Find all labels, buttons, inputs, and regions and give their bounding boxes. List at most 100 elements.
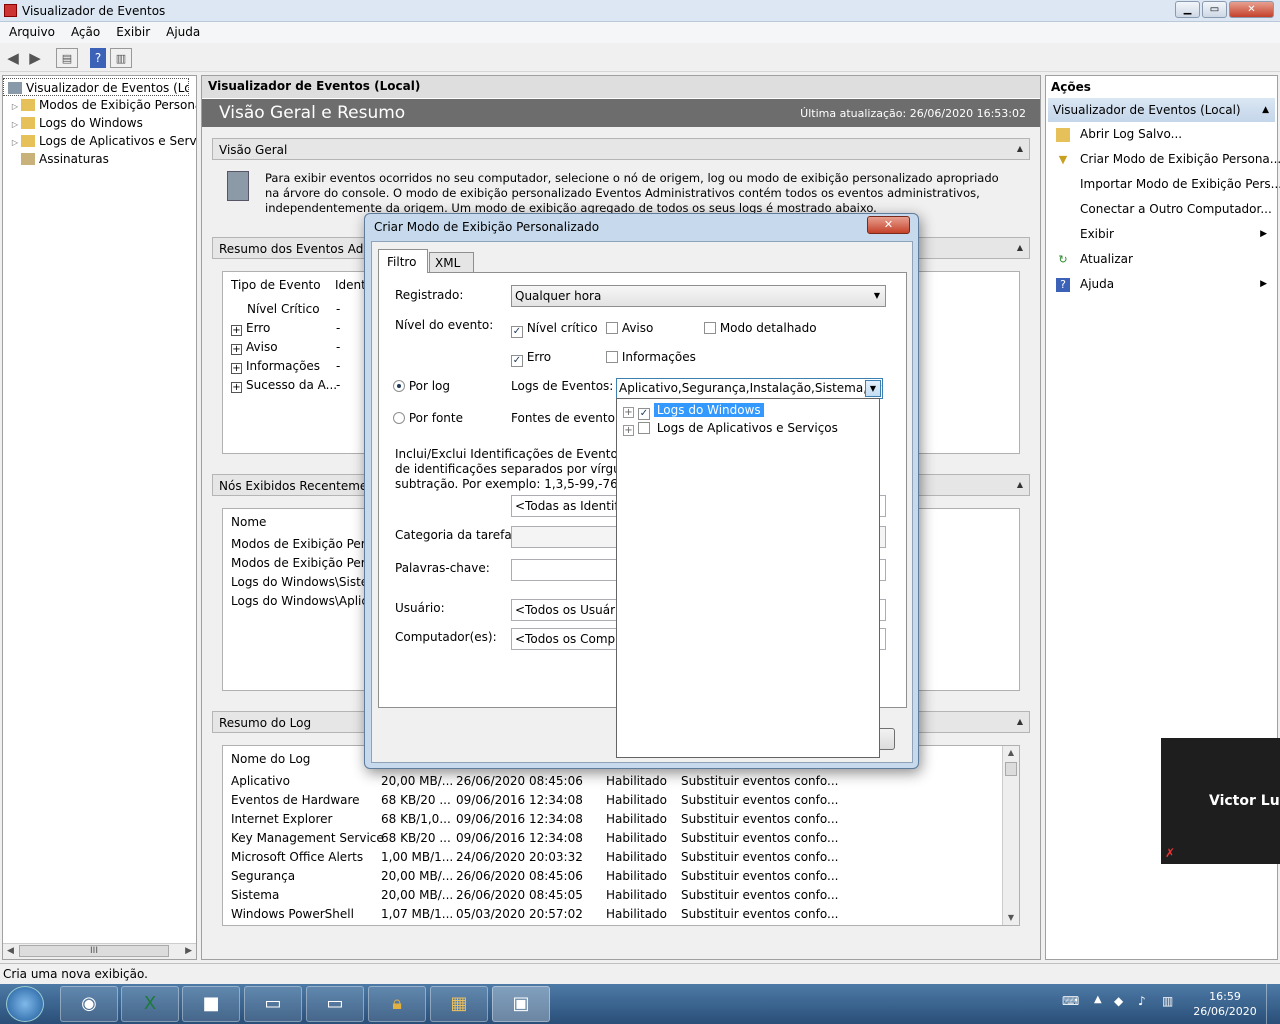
remote-desktop-icon[interactable]: ▭ (244, 986, 302, 1022)
collapse-icon[interactable]: ▲ (1017, 717, 1023, 726)
scroll-thumb[interactable] (1005, 762, 1017, 776)
table-row[interactable]: Internet Explorer 68 KB/1,0... 09/06/2016 … (231, 810, 1001, 829)
tab-filtro[interactable]: Filtro (378, 249, 428, 273)
zoom-icon[interactable]: ■ (182, 986, 240, 1022)
lock-icon[interactable]: 🔒︎ (368, 986, 426, 1022)
tree-item-windows-logs[interactable]: ▷ Logs do Windows (3, 114, 196, 132)
log-vscrollbar[interactable]: ▲ ▼ (1002, 746, 1019, 925)
scroll-left-icon[interactable]: ◀ (7, 944, 14, 958)
radio-por-log[interactable]: Por log (393, 379, 450, 393)
maximize-button[interactable]: ▭ (1202, 1, 1227, 18)
tree-root[interactable]: Visualizador de Eventos (Local) (3, 78, 189, 96)
action-importar[interactable]: Importar Modo de Exibição Pers... (1048, 172, 1280, 197)
subscriptions-icon (21, 153, 35, 165)
tree-item-app-logs[interactable]: ▷Logs de Aplicativos e Serviço (3, 132, 196, 150)
back-icon[interactable]: ◀ (2, 48, 24, 68)
chrome-icon[interactable]: ◉ (60, 986, 118, 1022)
tree-item-subscriptions[interactable]: Assinaturas (3, 150, 196, 168)
expand-icon[interactable]: ▷ (9, 98, 21, 114)
action-abrir-log[interactable]: Abrir Log Salvo... (1048, 122, 1275, 147)
tree-hscrollbar[interactable]: ◀ III ▶ (3, 943, 196, 959)
collapse-icon[interactable]: ▲ (1262, 98, 1269, 122)
remote-desktop-icon-2[interactable]: ▭ (306, 986, 364, 1022)
table-row[interactable]: Windows PowerShell 1,07 MB/1... 05/03/2020… (231, 905, 1001, 924)
expand-icon: + (623, 425, 634, 436)
checkbox-aviso[interactable]: Aviso (606, 321, 653, 335)
network-icon[interactable]: ▥ (1162, 994, 1173, 1008)
chevron-down-icon: ▼ (865, 380, 881, 397)
dialog-close-button[interactable]: ✕ (867, 216, 910, 234)
registrado-select[interactable]: Qualquer hora ▼ (511, 285, 886, 307)
event-viewer-task-icon[interactable]: ▣ (492, 986, 550, 1022)
column-header[interactable]: Nome do Log (231, 752, 310, 766)
volume-icon[interactable]: ♪ (1138, 994, 1146, 1008)
scroll-down-icon[interactable]: ▼ (1003, 911, 1019, 925)
dropdown-item-windows-logs[interactable]: + ✓ Logs do Windows (623, 403, 764, 420)
action-atualizar[interactable]: ↻ Atualizar (1048, 247, 1275, 272)
scroll-right-icon[interactable]: ▶ (185, 944, 192, 958)
dropdown-item-app-logs[interactable]: + Logs de Aplicativos e Serviços (623, 421, 841, 436)
overview-title: Visão Geral e Resumo (219, 103, 406, 123)
table-row[interactable]: Logs do Windows\Aplica (231, 592, 371, 611)
expand-icon[interactable]: ▷ (9, 134, 21, 150)
table-row[interactable]: Segurança 20,00 MB/... 26/06/2020 08:45:06… (231, 867, 1001, 886)
actions-section[interactable]: Visualizador de Eventos (Local) ▲ (1048, 98, 1275, 122)
forward-icon[interactable]: ▶ (24, 48, 46, 68)
clock[interactable]: 16:59 26/06/2020 (1190, 989, 1260, 1019)
refresh-icon: ↻ (1058, 253, 1068, 266)
table-row[interactable]: Eventos de Hardware 68 KB/20 ... 09/06/201… (231, 791, 1001, 810)
close-button[interactable]: ✕ (1229, 1, 1274, 18)
menu-ajuda[interactable]: Ajuda (157, 22, 207, 39)
fontes-label: Fontes de evento: (511, 411, 619, 425)
explorer-icon[interactable]: ▦ (430, 986, 488, 1022)
action-exibir[interactable]: Exibir ▶ (1048, 222, 1275, 247)
checkbox-erro[interactable]: ✓ Erro (511, 350, 551, 367)
menu-arquivo[interactable]: Arquivo (0, 22, 62, 39)
table-row[interactable]: Microsoft Office Alerts 1,00 MB/1... 24/06… (231, 848, 1001, 867)
section-visao-geral[interactable]: Visão Geral ▲ (212, 138, 1030, 160)
collapse-icon[interactable]: ▲ (1017, 480, 1023, 489)
table-row[interactable]: Modos de Exibição Perso... (231, 554, 371, 573)
excel-icon[interactable]: X (121, 986, 179, 1022)
tree-root-label: Visualizador de Eventos (Local) (26, 81, 188, 95)
show-hide-actions-icon[interactable]: ▥ (110, 48, 132, 68)
collapse-icon[interactable]: ▲ (1017, 243, 1023, 252)
tray-app-icon[interactable]: ◆ (1114, 994, 1123, 1008)
computador-label: Computador(es): (395, 630, 497, 644)
table-row[interactable]: Sistema 20,00 MB/... 26/06/2020 08:45:05 Ha… (231, 886, 1001, 905)
checkbox-modo-detalhado[interactable]: Modo detalhado (704, 321, 817, 335)
help-icon[interactable]: ? (90, 48, 106, 68)
expand-icon: + (231, 325, 242, 336)
column-header[interactable]: Tipo de Evento (231, 278, 321, 292)
table-row[interactable]: Modos de Exibição Perso... (231, 535, 371, 554)
menu-acao[interactable]: Ação (62, 22, 107, 39)
action-ajuda[interactable]: ? Ajuda ▶ (1048, 272, 1275, 297)
collapse-icon[interactable]: ▲ (1017, 144, 1023, 153)
column-header[interactable]: Nome (231, 515, 266, 529)
folder-icon (21, 135, 35, 147)
show-desktop-button[interactable] (1266, 984, 1280, 1024)
menu-exibir[interactable]: Exibir (107, 22, 157, 39)
scroll-thumb[interactable]: III (19, 945, 169, 957)
action-conectar[interactable]: Conectar a Outro Computador... (1048, 197, 1275, 222)
tree-item-custom-views[interactable]: ▷ Modos de Exibição Personali (3, 96, 196, 114)
table-row[interactable]: Aplicativo 20,00 MB/... 26/06/2020 08:45:0… (231, 772, 1001, 791)
categoria-label: Categoria da tarefa: (395, 528, 516, 542)
scroll-up-icon[interactable]: ▲ (1003, 746, 1019, 760)
minimize-button[interactable]: ▁ (1175, 1, 1200, 18)
checkbox-informacoes[interactable]: Informações (606, 350, 696, 364)
tray-up-icon[interactable]: ▲ (1094, 994, 1102, 1005)
table-row[interactable]: Key Management Service68 KB/20 ... 09/06/… (231, 829, 1001, 848)
keyboard-icon[interactable]: ⌨ (1062, 994, 1079, 1008)
toolbar: ◀ ▶ ▤ ? ▥ (0, 44, 1280, 72)
start-button[interactable] (6, 986, 44, 1022)
table-row[interactable]: Logs do Windows\Sistem (231, 573, 371, 592)
checkbox-nivel-critico[interactable]: ✓ Nível crítico (511, 321, 598, 338)
show-hide-tree-icon[interactable]: ▤ (56, 48, 78, 68)
logs-combobox[interactable]: Aplicativo,Segurança,Instalação,Sistema,… (616, 378, 883, 399)
tab-xml[interactable]: XML (429, 252, 474, 273)
radio-por-fonte[interactable]: Por fonte (393, 411, 463, 425)
usuario-label: Usuário: (395, 601, 445, 615)
action-criar-modo[interactable]: ▼ Criar Modo de Exibição Persona... (1048, 147, 1280, 172)
expand-icon[interactable]: ▷ (9, 116, 21, 132)
